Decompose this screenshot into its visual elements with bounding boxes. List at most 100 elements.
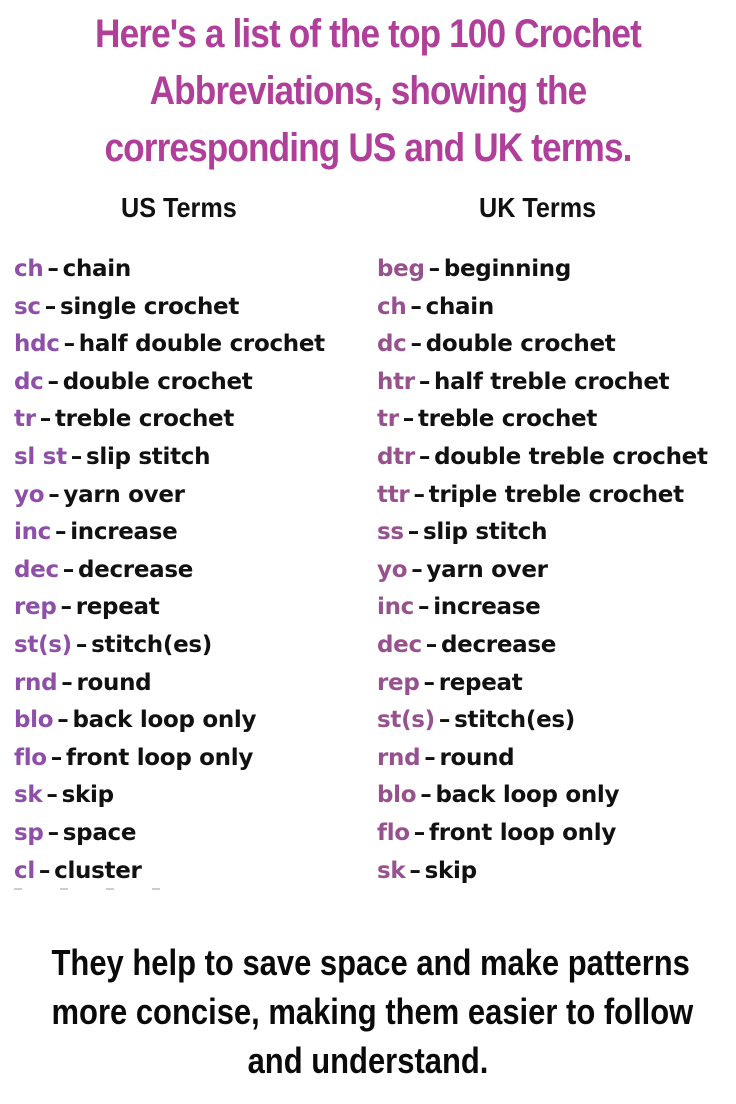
abbreviation: ss <box>377 519 404 546</box>
separator-dash: – <box>402 406 415 433</box>
uk-terms-list: beg – beginning ch – chain dc – double crochet ht… <box>377 251 708 890</box>
list-item: tr – treble crochet <box>14 401 325 439</box>
list-item: dc – double crochet <box>14 364 325 402</box>
list-item: sc – single crochet <box>14 289 325 327</box>
abbreviation: flo <box>14 744 47 771</box>
separator-dash: – <box>39 406 52 433</box>
term: half treble crochet <box>434 368 670 395</box>
separator-dash: – <box>428 256 441 282</box>
separator-dash: – <box>410 293 422 320</box>
abbreviation: rep <box>377 669 420 696</box>
term: slip stitch <box>422 519 548 546</box>
abbreviation: sl st <box>14 443 67 470</box>
separator-dash: – <box>420 782 432 809</box>
us-terms-heading: US Terms <box>121 192 237 223</box>
abbreviation: tr <box>377 406 399 433</box>
abbreviation: inc <box>14 519 51 546</box>
list-item: yo – yarn over <box>14 477 325 515</box>
separator-dash: – <box>57 707 69 734</box>
footer-line: They help to save space and make pattern… <box>51 942 690 983</box>
term: skip <box>61 782 114 809</box>
list-item: htr – half treble crochet <box>377 364 708 402</box>
term: chain <box>62 256 132 282</box>
separator-dash: – <box>70 443 83 470</box>
term: yarn over <box>63 481 185 508</box>
separator-dash: – <box>63 331 76 358</box>
separator-dash: – <box>407 519 420 546</box>
term: triple treble crochet <box>428 481 684 508</box>
separator-dash: – <box>418 368 431 395</box>
separator-dash: – <box>413 481 425 508</box>
abbreviation: dec <box>14 556 59 583</box>
list-item: rnd – round <box>377 740 708 778</box>
abbreviation: blo <box>377 782 417 809</box>
term: skip <box>424 857 477 884</box>
list-item: sk – skip <box>14 777 325 815</box>
footer-line: more concise, making them easier to foll… <box>51 991 694 1032</box>
term: decrease <box>441 631 557 658</box>
separator-dash: – <box>410 331 423 358</box>
list-item: flo – front loop only <box>377 815 708 853</box>
separator-dash: – <box>50 744 63 771</box>
term: decrease <box>78 556 194 583</box>
abbreviation: dec <box>377 631 422 658</box>
term: increase <box>433 594 541 621</box>
abbreviation: ch <box>14 256 44 282</box>
term: back loop only <box>435 782 620 809</box>
term: increase <box>70 519 178 546</box>
term: back loop only <box>72 707 257 734</box>
term: front loop only <box>66 744 254 771</box>
title-line: Abbreviations, showing the <box>149 69 588 113</box>
list-item: ch – chain <box>14 251 325 289</box>
separator-dash: – <box>44 293 57 320</box>
abbreviation: sc <box>14 293 41 320</box>
term: double treble crochet <box>434 443 708 470</box>
term: front loop only <box>429 819 617 846</box>
separator-dash: – <box>47 256 59 282</box>
separator-dash: – <box>424 744 436 771</box>
separator-dash: – <box>38 857 51 884</box>
term: repeat <box>75 594 160 621</box>
abbreviation: ttr <box>377 481 410 508</box>
list-item: inc – increase <box>377 589 708 627</box>
footer-text: They help to save space and make pattern… <box>51 938 694 1085</box>
separator-dash: – <box>409 857 421 884</box>
separator-dash: – <box>60 594 73 621</box>
footer-line: and understand. <box>247 1040 489 1081</box>
list-item: yo – yarn over <box>377 552 708 590</box>
list-item: flo – front loop only <box>14 740 325 778</box>
list-item: ss – slip stitch <box>377 514 708 552</box>
term: half double crochet <box>78 331 325 358</box>
abbreviation: dc <box>14 368 44 395</box>
abbreviation: yo <box>377 556 408 583</box>
list-item: blo – back loop only <box>377 777 708 815</box>
list-item: sp – space <box>14 815 325 853</box>
list-item: cl – cluster <box>14 853 325 891</box>
list-item: st(s) – stitch(es) <box>377 702 708 740</box>
separator-dash: – <box>413 819 426 846</box>
term: treble crochet <box>417 406 598 433</box>
abbreviation: st(s) <box>14 631 72 658</box>
separator-dash: – <box>411 556 423 583</box>
abbreviation: flo <box>377 819 410 846</box>
term: yarn over <box>426 556 548 583</box>
abbreviation: blo <box>14 707 54 734</box>
term: stitch(es) <box>454 707 575 734</box>
separator-dash: – <box>423 669 436 696</box>
abbreviation: htr <box>377 368 415 395</box>
separator-dash: – <box>55 519 67 546</box>
term: round <box>76 669 152 696</box>
abbreviation: ch <box>377 293 407 320</box>
list-item: sk – skip <box>377 853 708 891</box>
separator-dash: – <box>46 782 58 809</box>
term: double crochet <box>62 368 253 395</box>
term: round <box>439 744 515 771</box>
term: repeat <box>438 669 523 696</box>
abbreviation: hdc <box>14 331 60 358</box>
separator-dash: – <box>47 819 60 846</box>
list-item: tr – treble crochet <box>377 401 708 439</box>
list-item: hdc – half double crochet <box>14 326 325 364</box>
term: beginning <box>443 256 572 282</box>
separator-dash: – <box>62 556 75 583</box>
list-item: ch – chain <box>377 289 708 327</box>
